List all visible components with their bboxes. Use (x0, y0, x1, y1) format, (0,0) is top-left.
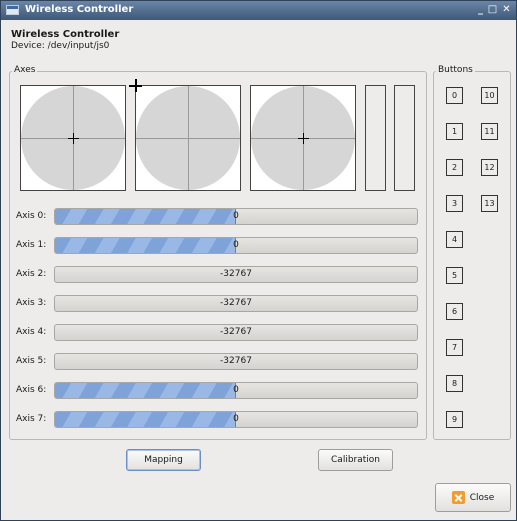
axis-value: 0 (233, 240, 239, 250)
joystick-button-4: 4 (446, 231, 463, 248)
joystick-button-5: 5 (446, 267, 463, 284)
buttons-group: Buttons (433, 65, 511, 440)
stick-display-1 (20, 85, 126, 191)
axis-progress-bar: 0 (54, 411, 418, 428)
joystick-button-9: 9 (446, 411, 463, 428)
calibration-button[interactable]: Calibration (318, 449, 393, 471)
buttons-group-label: Buttons (436, 65, 475, 75)
axis-progress-bar: 0 (54, 208, 418, 225)
axis-value: 0 (233, 385, 239, 395)
joystick-button-7: 7 (446, 339, 463, 356)
joystick-button-0: 0 (446, 87, 463, 104)
trigger-display-1 (365, 85, 386, 191)
axis-label: Axis 4: (16, 327, 47, 337)
joystick-button-6: 6 (446, 303, 463, 320)
stick-corner-crosshair (129, 79, 142, 92)
axis-label: Axis 0: (16, 211, 47, 221)
joystick-button-2: 2 (446, 159, 463, 176)
controller-window: Wireless Controller _ □ ✕ Wireless Contr… (0, 0, 517, 521)
joystick-button-1: 1 (446, 123, 463, 140)
window-title: Wireless Controller (25, 4, 134, 15)
minimize-icon[interactable]: _ (475, 4, 486, 16)
title-bar[interactable]: Wireless Controller _ □ ✕ (1, 1, 516, 20)
joystick-button-13: 13 (481, 195, 498, 212)
device-path: Device: /dev/input/js0 (11, 41, 110, 51)
axis-progress-bar: -32767 (54, 295, 418, 312)
axis-progress-bar: -32767 (54, 324, 418, 341)
joystick-button-10: 10 (481, 87, 498, 104)
stick-display-2 (135, 85, 241, 191)
trigger-display-2 (394, 85, 415, 191)
joystick-button-11: 11 (481, 123, 498, 140)
close-icon (451, 491, 465, 504)
axis-value: 0 (233, 414, 239, 424)
close-button-label: Close (469, 492, 495, 503)
axis-progress-bar: 0 (54, 382, 418, 399)
close-button[interactable]: Close (435, 483, 511, 512)
stick-display-3 (250, 85, 356, 191)
controller-name: Wireless Controller (11, 29, 120, 40)
axis-label: Axis 6: (16, 385, 47, 395)
axis-label: Axis 5: (16, 356, 47, 366)
stick-position-crosshair (298, 133, 309, 144)
axis-progress-bar: 0 (54, 237, 418, 254)
axis-progress-bar: -32767 (54, 353, 418, 370)
axis-value: -32767 (220, 356, 252, 366)
axis-label: Axis 2: (16, 269, 47, 279)
axis-value: -32767 (220, 269, 252, 279)
close-window-icon[interactable]: ✕ (501, 4, 512, 16)
joystick-button-12: 12 (481, 159, 498, 176)
stick-position-crosshair (68, 133, 79, 144)
stick-v-axis (188, 86, 189, 190)
axis-value: -32767 (220, 298, 252, 308)
axis-label: Axis 3: (16, 298, 47, 308)
mapping-button[interactable]: Mapping (126, 449, 201, 471)
window-icon (6, 5, 19, 15)
maximize-icon[interactable]: □ (487, 4, 498, 16)
joystick-button-8: 8 (446, 375, 463, 392)
axis-value: 0 (233, 211, 239, 221)
axis-label: Axis 7: (16, 414, 47, 424)
axis-label: Axis 1: (16, 240, 47, 250)
axes-group-label: Axes (12, 65, 38, 75)
joystick-button-3: 3 (446, 195, 463, 212)
axis-value: -32767 (220, 327, 252, 337)
axis-progress-bar: -32767 (54, 266, 418, 283)
